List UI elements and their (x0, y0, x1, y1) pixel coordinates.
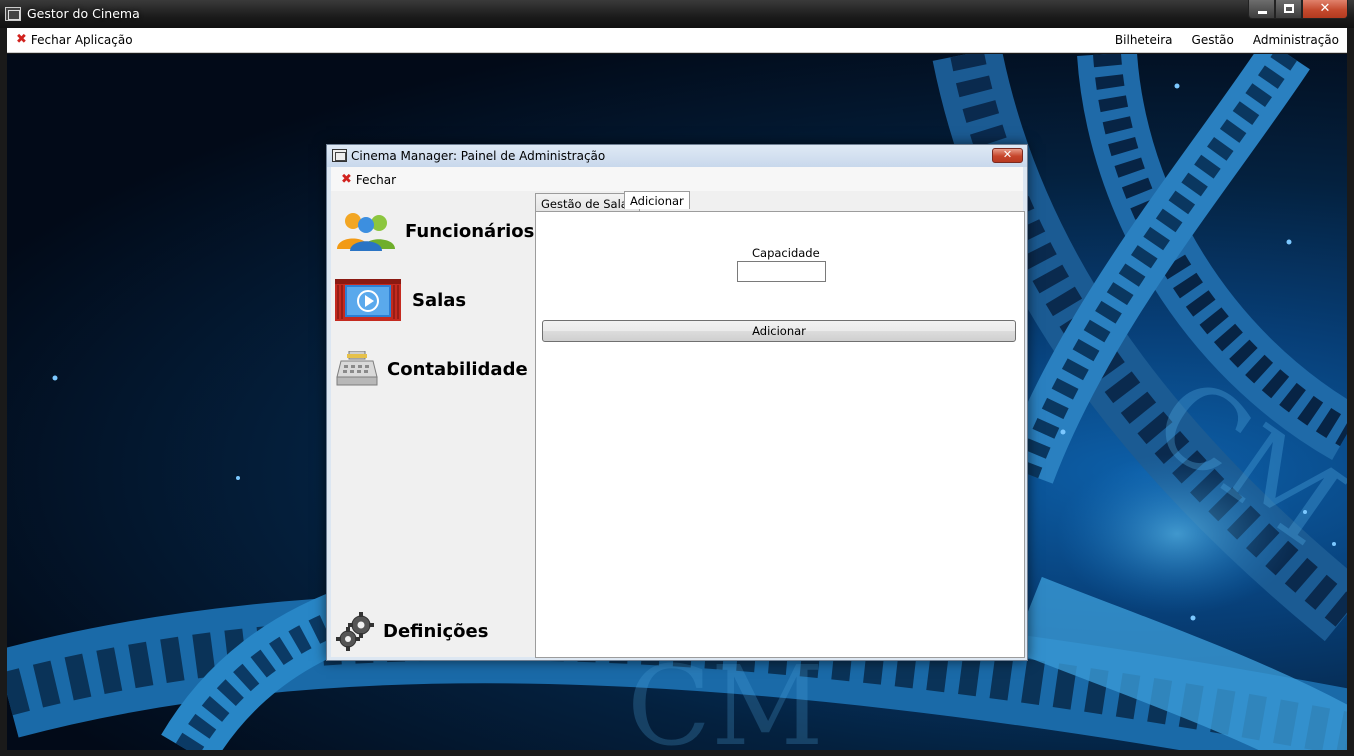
main-menu-right: Bilheteira Gestão Administração (1115, 33, 1339, 47)
users-icon (337, 213, 395, 251)
close-icon: ✕ (1002, 148, 1013, 161)
dialog-body: Funcionários Salas Contabilidade Definiç… (331, 191, 1025, 658)
tab-panel-adicionar: Capacidade Adicionar (535, 211, 1025, 658)
sidebar-label-salas: Salas (412, 289, 467, 311)
tab-adicionar[interactable]: Adicionar (624, 191, 690, 209)
main-window-bottom-border (0, 750, 1354, 756)
gears-icon (336, 612, 374, 651)
close-application-label: Fechar Aplicação (30, 32, 133, 47)
sidebar-item-contabilidade[interactable]: Contabilidade (335, 351, 528, 387)
main-menubar: ✖ Fechar Aplicação Bilheteira Gestão Adm… (7, 28, 1347, 53)
sidebar-item-definicoes[interactable]: Definições (335, 611, 488, 651)
maximize-icon (1284, 4, 1294, 13)
close-icon: ✕ (1319, 1, 1331, 16)
sidebar-label-definicoes: Definições (383, 620, 489, 642)
close-window-button[interactable]: ✕ (1302, 0, 1348, 19)
cinema-room-icon (335, 279, 401, 321)
menu-item-bilheteira[interactable]: Bilheteira (1115, 33, 1173, 47)
menu-item-gestao[interactable]: Gestão (1192, 33, 1234, 47)
window-title: Gestor do Cinema (27, 6, 140, 21)
menu-item-administracao[interactable]: Administração (1253, 33, 1339, 47)
close-application-menu-item[interactable]: ✖ Fechar Aplicação (16, 32, 133, 47)
minimize-button[interactable] (1248, 0, 1275, 19)
admin-sidebar: Funcionários Salas Contabilidade Definiç… (331, 191, 534, 657)
red-x-icon: ✖ (16, 32, 27, 47)
tab-control: Gestão de Salas Adicionar Capacidade Adi… (535, 191, 1025, 658)
window-controls: ✕ (1248, 0, 1348, 20)
dialog-close-button[interactable]: ✕ (992, 148, 1023, 163)
main-titlebar[interactable]: Gestor do Cinema ✕ (0, 0, 1354, 28)
minimize-icon (1258, 11, 1267, 14)
fechar-label: Fechar (355, 172, 397, 187)
dialog-titlebar[interactable]: Cinema Manager: Painel de Administração … (327, 145, 1027, 167)
fechar-menu-item[interactable]: ✖ Fechar (341, 172, 396, 187)
app-icon (5, 7, 21, 21)
capacity-label: Capacidade (752, 246, 820, 260)
cash-register-icon (336, 351, 378, 386)
add-button[interactable]: Adicionar (542, 320, 1016, 342)
sidebar-label-funcionarios: Funcionários (405, 220, 535, 242)
dialog-app-icon (332, 149, 347, 162)
dialog-menubar: ✖ Fechar (331, 167, 1023, 191)
sidebar-label-contabilidade: Contabilidade (387, 358, 528, 380)
admin-dialog: Cinema Manager: Painel de Administração … (326, 144, 1028, 661)
maximize-button[interactable] (1275, 0, 1302, 19)
dialog-title: Cinema Manager: Painel de Administração (351, 149, 606, 163)
capacity-input[interactable] (737, 261, 826, 282)
sidebar-item-salas[interactable]: Salas (335, 279, 466, 321)
sidebar-item-funcionarios[interactable]: Funcionários (335, 211, 534, 251)
red-x-icon: ✖ (341, 172, 352, 187)
